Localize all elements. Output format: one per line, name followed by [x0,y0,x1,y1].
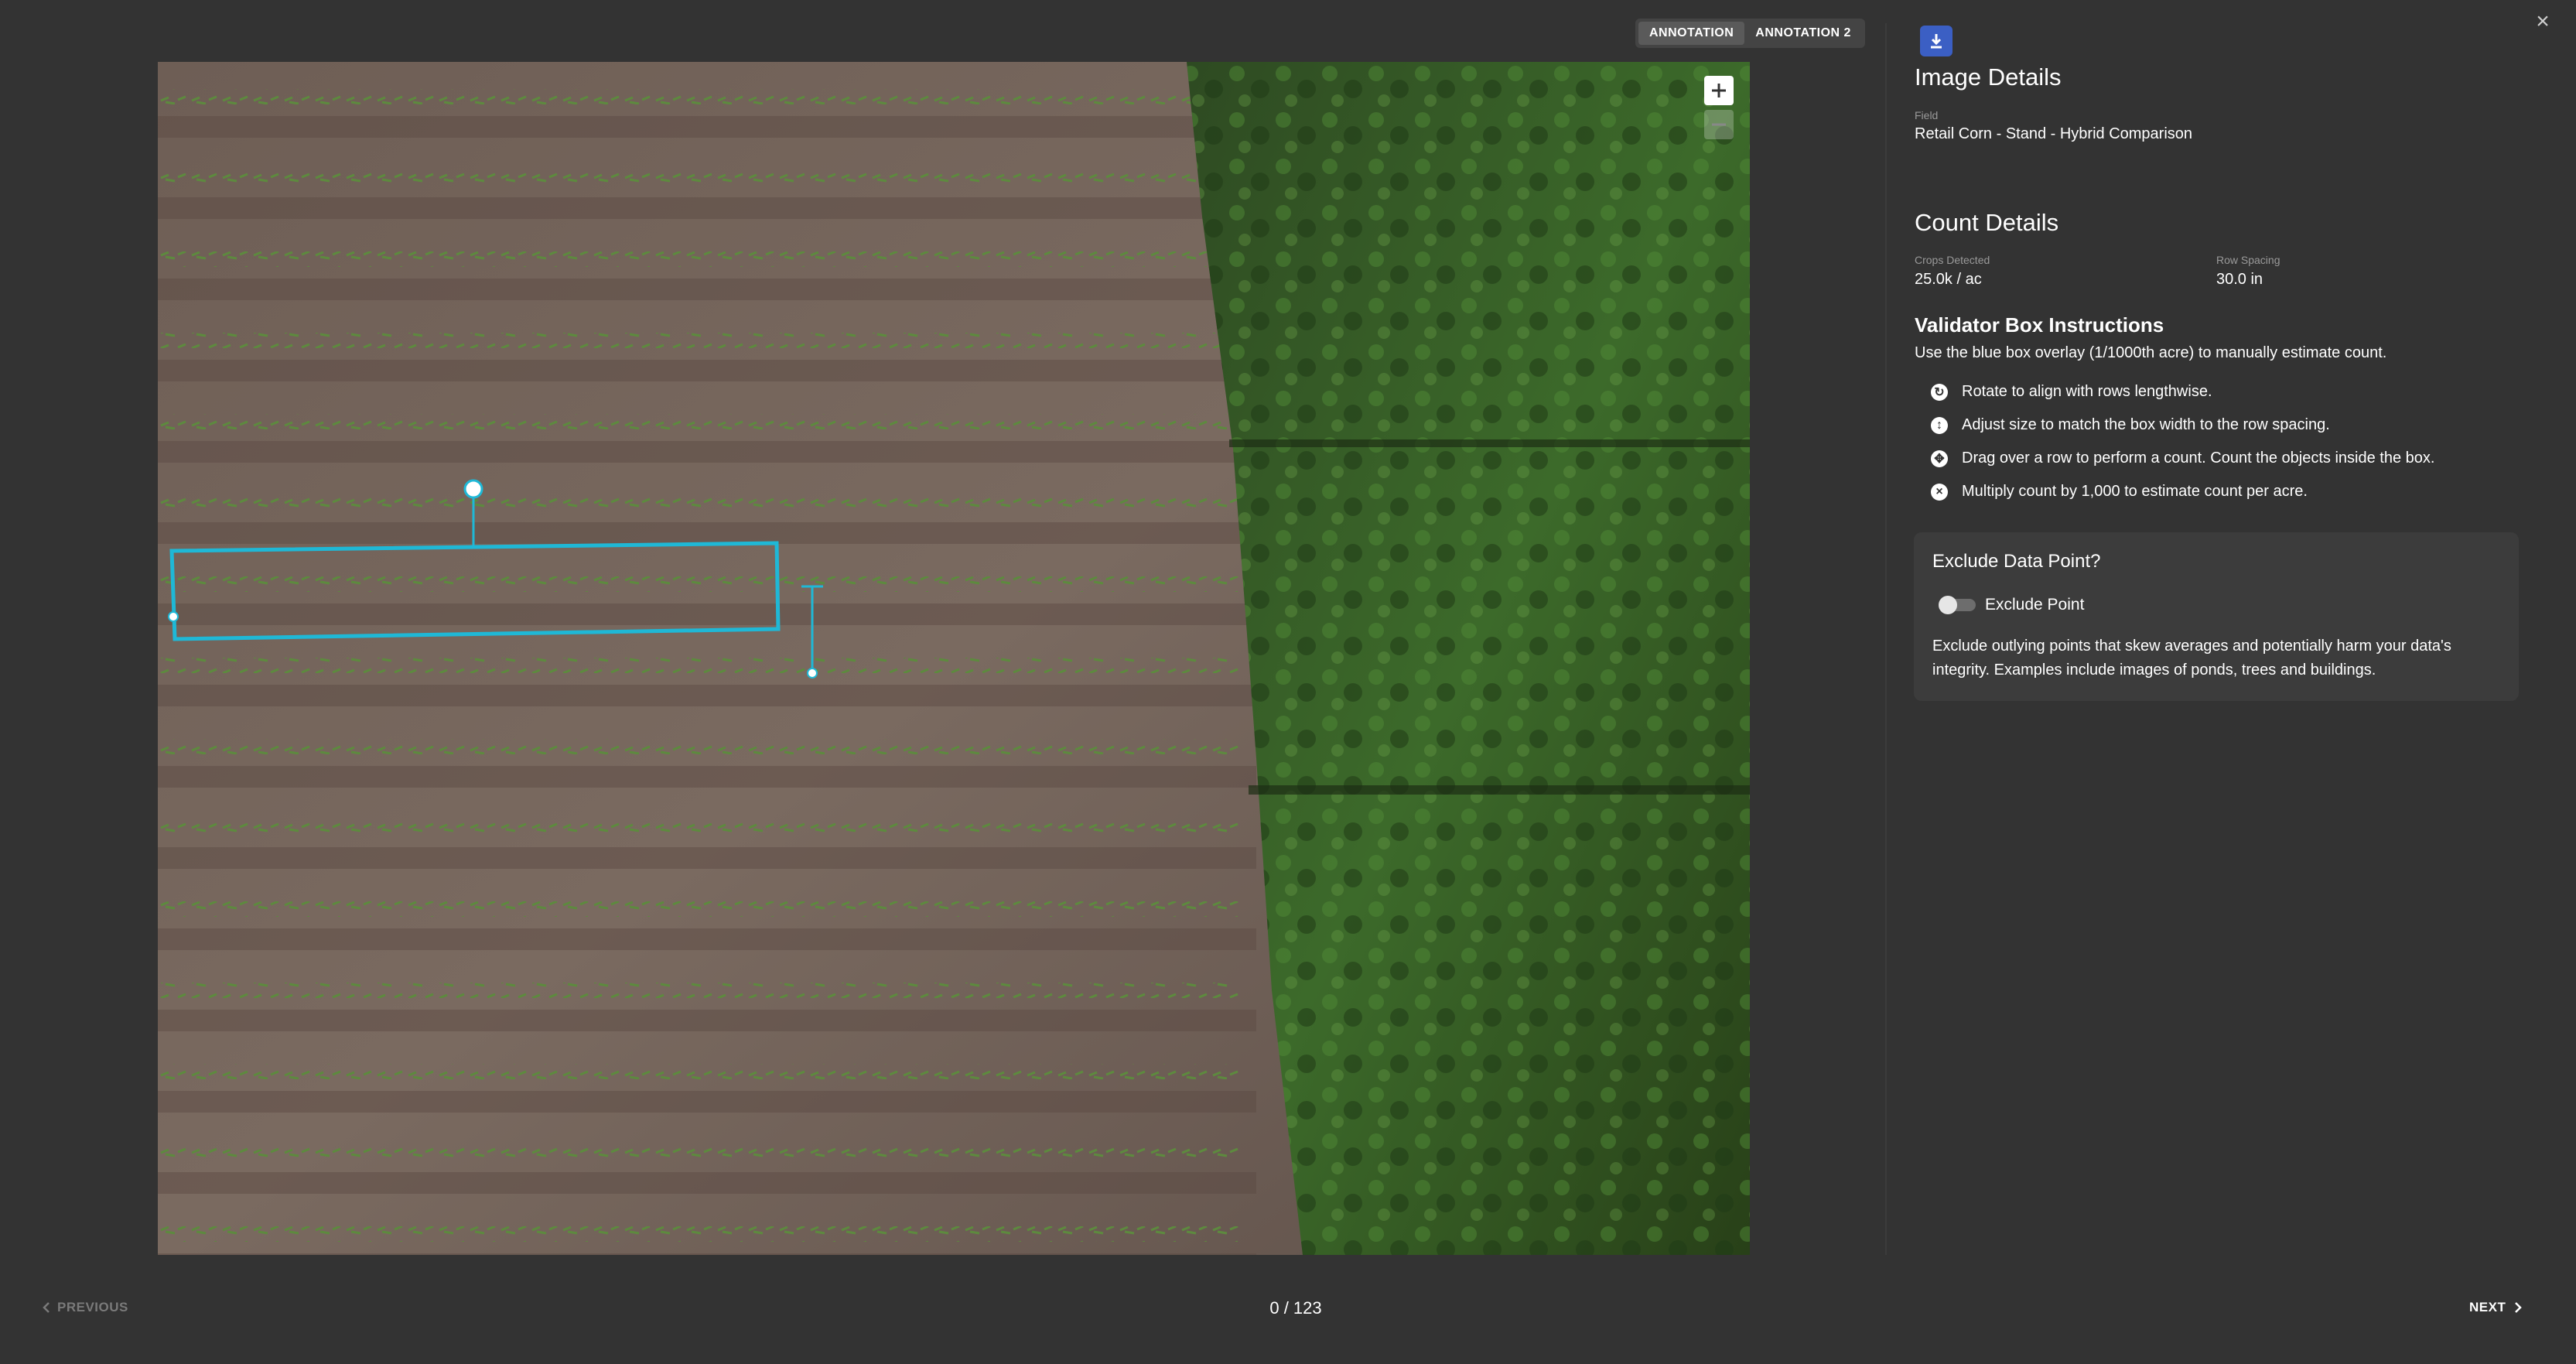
chevron-left-icon [43,1302,50,1313]
field-value: Retail Corn - Stand - Hybrid Comparison [1915,125,2193,142]
row-spacing-value: 30.0 in [2216,271,2263,288]
close-button[interactable]: × [2532,9,2554,34]
next-button[interactable]: NEXT [2469,1300,2523,1315]
zoom-out-button[interactable] [1704,110,1734,139]
instruction-multiply: × Multiply count by 1,000 to estimate co… [1931,483,2308,501]
download-icon [1931,34,1942,49]
instruction-text: Drag over a row to perform a count. Coun… [1962,450,2435,467]
row-spacing-label: Row Spacing [2216,254,2280,266]
panel-divider [1885,23,1887,1255]
pager: 0 / 123 [1269,1298,1322,1318]
previous-label: PREVIOUS [57,1300,128,1314]
count-details-title: Count Details [1915,209,2059,236]
instruction-move: ✥ Drag over a row to perform a count. Co… [1931,450,2434,467]
image-details-title: Image Details [1915,63,2062,91]
tab-annotation[interactable]: ANNOTATION [1638,22,1745,45]
instruction-text: Multiply count by 1,000 to estimate coun… [1962,483,2308,500]
rotate-icon: ↻ [1931,383,1948,401]
exclude-toggle[interactable] [1939,596,1976,614]
resize-icon: ↕ [1931,416,1948,434]
minus-icon [1712,123,1726,126]
instruction-rotate: ↻ Rotate to align with rows lengthwise. [1931,383,2212,401]
chevron-right-icon [2515,1302,2523,1313]
crops-detected-label: Crops Detected [1915,254,1990,266]
exclude-card: Exclude Data Point? Exclude Point Exclud… [1914,532,2519,701]
tab-annotation-2[interactable]: ANNOTATION 2 [1744,22,1862,45]
spacing-handle[interactable] [807,668,818,679]
zoom-in-button[interactable] [1704,76,1734,105]
exclude-description: Exclude outlying points that skew averag… [1932,638,2451,679]
plus-icon [1712,84,1726,97]
toggle-knob [1939,596,1957,614]
next-label: NEXT [2469,1300,2506,1314]
move-icon: ✥ [1931,450,1948,467]
field-label: Field [1915,109,1939,121]
download-button[interactable] [1920,26,1952,56]
close-icon: × [2536,9,2550,34]
validator-intro: Use the blue box overlay (1/1000th acre)… [1915,344,2387,361]
image-viewer[interactable] [158,62,1750,1255]
field-photo [158,62,1750,1255]
validator-title: Validator Box Instructions [1915,313,2164,337]
annotation-tabs: ANNOTATION ANNOTATION 2 [1635,19,1865,48]
exclude-title: Exclude Data Point? [1932,551,2101,572]
rotate-handle[interactable] [463,479,483,499]
previous-button[interactable]: PREVIOUS [42,1300,128,1315]
instruction-resize: ↕ Adjust size to match the box width to … [1931,416,2330,434]
multiply-icon: × [1931,483,1948,501]
resize-handle[interactable] [168,611,179,622]
exclude-toggle-label: Exclude Point [1985,596,2085,614]
instruction-text: Adjust size to match the box width to th… [1962,416,2330,433]
crops-detected-value: 25.0k / ac [1915,271,1982,288]
instruction-text: Rotate to align with rows lengthwise. [1962,383,2212,400]
